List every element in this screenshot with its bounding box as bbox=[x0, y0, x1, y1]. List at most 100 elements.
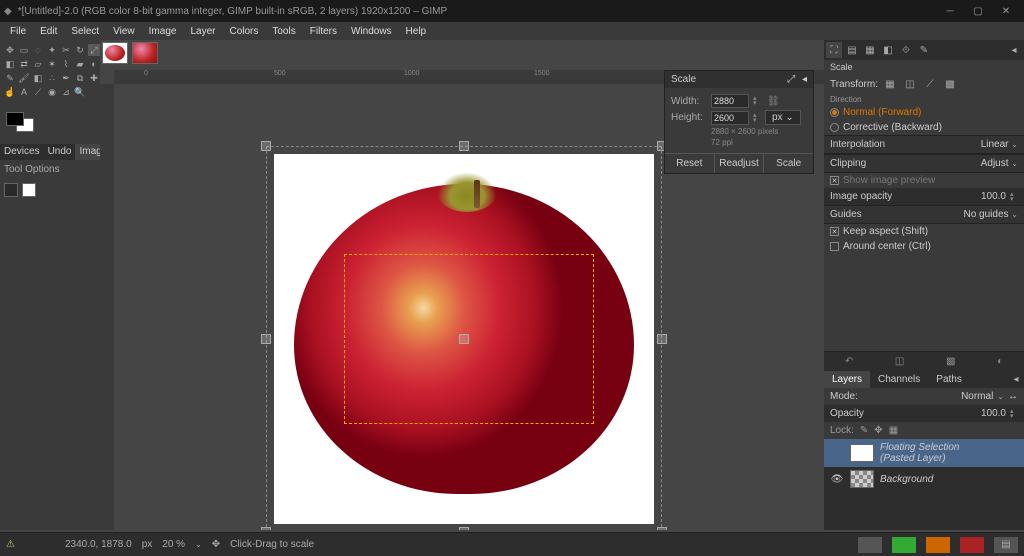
handle-bottom-right[interactable] bbox=[657, 527, 667, 530]
status-btn-3[interactable] bbox=[926, 537, 950, 553]
check-show-preview[interactable]: ✕ bbox=[830, 176, 839, 185]
visibility-toggle-icon[interactable]: 👁 bbox=[830, 474, 844, 485]
clipping-value[interactable]: Adjust bbox=[981, 158, 1009, 169]
layer-floating-selection[interactable]: Floating Selection (Pasted Layer) bbox=[824, 439, 1024, 467]
lock-pixels-icon[interactable]: ✎ bbox=[860, 425, 868, 436]
menu-filters[interactable]: Filters bbox=[304, 24, 343, 39]
menu-windows[interactable]: Windows bbox=[345, 24, 398, 39]
image-opacity-value[interactable]: 100.0 bbox=[981, 191, 1006, 202]
tool-path[interactable]: ⟋ bbox=[32, 86, 44, 98]
tool-gradient[interactable]: ◐ bbox=[88, 58, 100, 70]
tool-measure[interactable]: ⊿ bbox=[60, 86, 72, 98]
tool-scale[interactable]: ⤢ bbox=[88, 44, 100, 56]
tool-smudge[interactable]: ☝ bbox=[4, 86, 16, 98]
tool-crop[interactable]: ✂ bbox=[60, 44, 72, 56]
chain-link-icon[interactable]: ⛓ bbox=[765, 96, 782, 107]
tab-devices[interactable]: Devices bbox=[0, 144, 44, 160]
layers-tab[interactable]: Layers bbox=[824, 371, 870, 388]
status-zoom[interactable]: 20 % bbox=[162, 539, 185, 550]
tool-free-select[interactable]: ◌ bbox=[32, 44, 44, 56]
image-thumb-2[interactable] bbox=[132, 42, 158, 64]
transform-target-selection-icon[interactable]: ◫ bbox=[902, 76, 918, 92]
menu-layer[interactable]: Layer bbox=[184, 24, 221, 39]
tool-bucket[interactable]: ▰ bbox=[74, 58, 86, 70]
fg-bg-colors[interactable] bbox=[4, 108, 44, 138]
tool-rect-select[interactable]: ▭ bbox=[18, 44, 30, 56]
maximize-button[interactable]: ▢ bbox=[964, 0, 992, 22]
tool-unified[interactable]: ✶ bbox=[46, 58, 58, 70]
width-input[interactable] bbox=[711, 94, 749, 108]
interpolation-value[interactable]: Linear bbox=[981, 139, 1009, 150]
tool-paintbrush[interactable]: 🖌 bbox=[18, 72, 30, 84]
layer-opacity-spinner[interactable]: ▴▾ bbox=[1010, 409, 1018, 419]
handle-right[interactable] bbox=[657, 334, 667, 344]
tab-icon-3[interactable]: ▦ bbox=[862, 42, 878, 58]
minimize-button[interactable]: ─ bbox=[936, 0, 964, 22]
chevron-down-icon[interactable]: ⌄ bbox=[1011, 159, 1018, 168]
handle-top-left[interactable] bbox=[261, 141, 271, 151]
tool-airbrush[interactable]: ∴ bbox=[46, 72, 58, 84]
handle-center[interactable] bbox=[459, 334, 469, 344]
tab-icon-5[interactable]: ⟐ bbox=[898, 42, 914, 58]
mode-value[interactable]: Normal bbox=[862, 391, 994, 402]
check-keep-aspect[interactable]: ✕ bbox=[830, 227, 839, 236]
radio-corrective[interactable] bbox=[830, 123, 839, 132]
scale-button[interactable]: Scale bbox=[764, 154, 813, 173]
transform-target-path-icon[interactable]: ⟋ bbox=[922, 76, 938, 92]
device-status-tab-icon[interactable]: ▤ bbox=[844, 42, 860, 58]
tool-zoom[interactable]: 🔍 bbox=[74, 86, 86, 98]
tool-shear[interactable]: ◧ bbox=[4, 58, 16, 70]
status-btn-5[interactable]: ▤ bbox=[994, 537, 1018, 553]
dialog-detach-icon[interactable]: ⤢ bbox=[787, 74, 795, 85]
chevron-down-icon[interactable]: ⌄ bbox=[1011, 140, 1018, 149]
tool-rotate[interactable]: ↻ bbox=[74, 44, 86, 56]
menu-tools[interactable]: Tools bbox=[266, 24, 301, 39]
layer-background[interactable]: 👁 Background bbox=[824, 467, 1024, 491]
layer-opacity-value[interactable]: 100.0 bbox=[981, 408, 1006, 419]
reset-button[interactable]: Reset bbox=[665, 154, 715, 173]
close-button[interactable]: ✕ bbox=[992, 0, 1020, 22]
canvas[interactable] bbox=[274, 154, 654, 524]
radio-normal[interactable] bbox=[830, 108, 839, 117]
menu-file[interactable]: File bbox=[4, 24, 32, 39]
handle-left[interactable] bbox=[261, 334, 271, 344]
tool-fuzzy-select[interactable]: ✦ bbox=[46, 44, 58, 56]
width-spinner[interactable]: ▴▾ bbox=[753, 96, 761, 106]
tool-clone[interactable]: ⧉ bbox=[74, 72, 86, 84]
lock-alpha-icon[interactable]: ▦ bbox=[889, 425, 898, 436]
transform-target-image-icon[interactable]: ▩ bbox=[942, 76, 958, 92]
ruler-vertical[interactable] bbox=[100, 84, 114, 530]
chevron-down-icon[interactable]: ⌄ bbox=[195, 540, 202, 549]
menu-edit[interactable]: Edit bbox=[34, 24, 63, 39]
tab-icon-6[interactable]: ✎ bbox=[916, 42, 932, 58]
tab-undo[interactable]: Undo bbox=[44, 144, 76, 160]
status-unit[interactable]: px bbox=[142, 539, 153, 550]
fg-color-swatch[interactable] bbox=[6, 112, 24, 126]
dialog-menu-icon[interactable]: ◂ bbox=[802, 74, 807, 85]
menu-select[interactable]: Select bbox=[65, 24, 105, 39]
tool-options-tab-icon[interactable]: ⛶ bbox=[826, 42, 842, 58]
layers-menu-icon[interactable]: ◂ bbox=[1008, 371, 1024, 387]
height-spinner[interactable]: ▴▾ bbox=[753, 113, 761, 123]
menu-view[interactable]: View bbox=[107, 24, 141, 39]
mode-switch-icon[interactable]: ↔ bbox=[1008, 391, 1018, 402]
handle-top[interactable] bbox=[459, 141, 469, 151]
tool-ink[interactable]: ✒ bbox=[60, 72, 72, 84]
gradients-tab-icon[interactable]: ◐ bbox=[997, 356, 1003, 367]
image-thumb-1[interactable] bbox=[102, 42, 128, 64]
chevron-down-icon[interactable]: ⌄ bbox=[997, 392, 1004, 401]
tool-color-picker[interactable]: ◉ bbox=[46, 86, 58, 98]
menu-colors[interactable]: Colors bbox=[223, 24, 264, 39]
tool-flip[interactable]: ⇄ bbox=[18, 58, 30, 70]
menu-help[interactable]: Help bbox=[400, 24, 433, 39]
guides-value[interactable]: No guides bbox=[963, 209, 1008, 220]
tool-warp[interactable]: ⌇ bbox=[60, 58, 72, 70]
unit-select[interactable]: px ⌄ bbox=[765, 110, 801, 125]
patterns-tab-icon[interactable]: ▩ bbox=[946, 356, 955, 367]
handle-bottom[interactable] bbox=[459, 527, 469, 530]
image-opacity-spinner[interactable]: ▴▾ bbox=[1010, 192, 1018, 202]
check-around-center[interactable] bbox=[830, 242, 839, 251]
history-tab-icon[interactable]: ↶ bbox=[845, 356, 853, 367]
status-btn-1[interactable] bbox=[858, 537, 882, 553]
tool-pencil[interactable]: ✎ bbox=[4, 72, 16, 84]
